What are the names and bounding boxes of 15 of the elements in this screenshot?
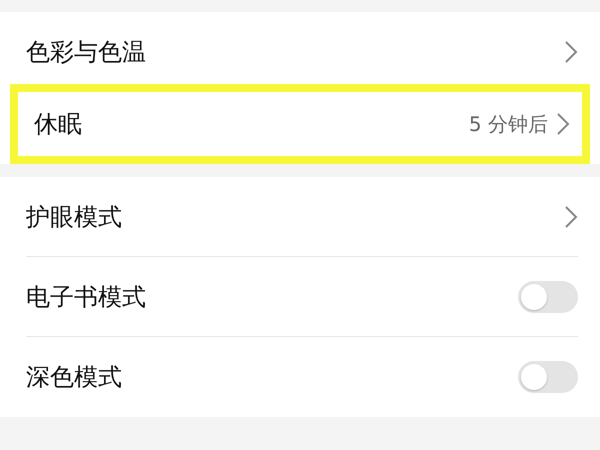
settings-row[interactable]: 电子书模式 — [26, 257, 578, 337]
row-label: 深色模式 — [26, 362, 123, 393]
toggle-switch[interactable] — [518, 361, 578, 393]
chevron-icon — [564, 40, 578, 64]
chevron-icon — [564, 204, 578, 228]
toggle-switch[interactable] — [518, 280, 578, 312]
settings-row[interactable]: 护眼模式 — [26, 177, 578, 257]
row-label: 休眠 — [34, 109, 83, 140]
row-label: 电子书模式 — [26, 282, 147, 312]
row-label: 护眼模式 — [26, 202, 123, 232]
highlighted-row[interactable]: 休眠 5 分钟后 — [10, 84, 590, 164]
row-label: 色彩与色温 — [26, 37, 147, 68]
chevron-icon — [556, 112, 570, 136]
row-value: 5 分钟后 — [468, 110, 548, 138]
settings-row[interactable]: 深色模式 — [26, 337, 578, 417]
